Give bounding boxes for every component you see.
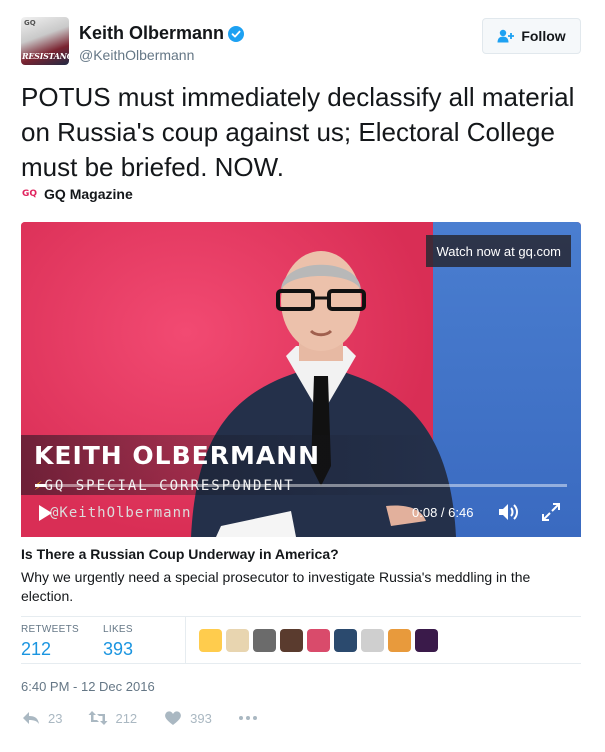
fullscreen-icon[interactable]	[541, 502, 561, 522]
reply-count: 23	[48, 710, 63, 726]
liker-avatar[interactable]	[361, 629, 384, 652]
card-description: Why we urgently need a special prosecuto…	[21, 569, 531, 604]
liker-avatar[interactable]	[388, 629, 411, 652]
tweet-actions: 23 212 393	[21, 707, 284, 729]
avatar-overlay-text: RESISTANCE	[22, 51, 69, 61]
video-progress-bar[interactable]	[35, 484, 567, 487]
tweet-text: POTUS must immediately declassify all ma…	[21, 82, 575, 182]
follow-button[interactable]: Follow	[482, 18, 581, 54]
volume-icon[interactable]	[497, 502, 521, 522]
likes-label: LIKES	[103, 624, 133, 635]
card-title[interactable]: Is There a Russian Coup Underway in Amer…	[21, 546, 339, 562]
retweet-count: 212	[115, 710, 138, 726]
retweets-count: 212	[21, 639, 52, 659]
tweet-header: GQ RESISTANCE Keith Olbermann @KeithOlbe…	[21, 17, 581, 69]
watch-now-button[interactable]: Watch now at gq.com	[426, 235, 571, 267]
liker-avatar[interactable]	[415, 629, 438, 652]
play-icon[interactable]	[35, 503, 55, 523]
verified-badge-icon	[228, 25, 245, 42]
video-time: 0:08 / 6:46	[412, 505, 474, 520]
more-dots-icon	[238, 716, 257, 720]
liker-avatar[interactable]	[226, 629, 249, 652]
liker-avatar[interactable]	[280, 629, 303, 652]
likers-avatars	[199, 629, 438, 652]
retweets-stat[interactable]: RETWEETS 212	[21, 624, 79, 660]
source-name: GQ Magazine	[44, 186, 133, 202]
reply-button[interactable]: 23	[21, 710, 62, 726]
lower-third-handle: @KeithOlbermann	[50, 505, 192, 521]
follow-label: Follow	[521, 28, 566, 44]
tweet-timestamp[interactable]: 6:40 PM - 12 Dec 2016	[21, 679, 155, 694]
video-player[interactable]: Watch now at gq.com KEITH OLBERMANN ⚡GQ …	[21, 222, 581, 537]
card-source[interactable]: GQ GQ Magazine	[21, 186, 133, 202]
lower-third-name: KEITH OLBERMANN	[34, 441, 321, 470]
tweet-stats: RETWEETS 212 LIKES 393	[21, 616, 581, 664]
stats-divider	[185, 617, 186, 664]
avatar-gq-text: GQ	[24, 19, 36, 27]
liker-avatar[interactable]	[253, 629, 276, 652]
heart-icon	[165, 711, 182, 725]
like-count: 393	[190, 710, 212, 726]
likes-count: 393	[103, 639, 134, 659]
display-name-text: Keith Olbermann	[79, 23, 225, 43]
more-button[interactable]	[238, 710, 258, 726]
retweet-button[interactable]: 212	[88, 710, 137, 726]
like-button[interactable]: 393	[163, 710, 212, 726]
video-progress-fill	[35, 484, 46, 487]
likes-stat[interactable]: LIKES 393	[103, 624, 133, 660]
liker-avatar[interactable]	[199, 629, 222, 652]
reply-icon	[23, 712, 39, 724]
retweet-icon	[88, 711, 108, 725]
liker-avatar[interactable]	[334, 629, 357, 652]
add-user-icon	[497, 29, 515, 43]
avatar[interactable]: GQ RESISTANCE	[21, 17, 69, 65]
display-name[interactable]: Keith Olbermann	[79, 23, 245, 44]
gq-logo-icon: GQ	[22, 189, 38, 199]
user-handle[interactable]: @KeithOlbermann	[79, 47, 194, 63]
liker-avatar[interactable]	[307, 629, 330, 652]
retweets-label: RETWEETS	[21, 624, 79, 635]
